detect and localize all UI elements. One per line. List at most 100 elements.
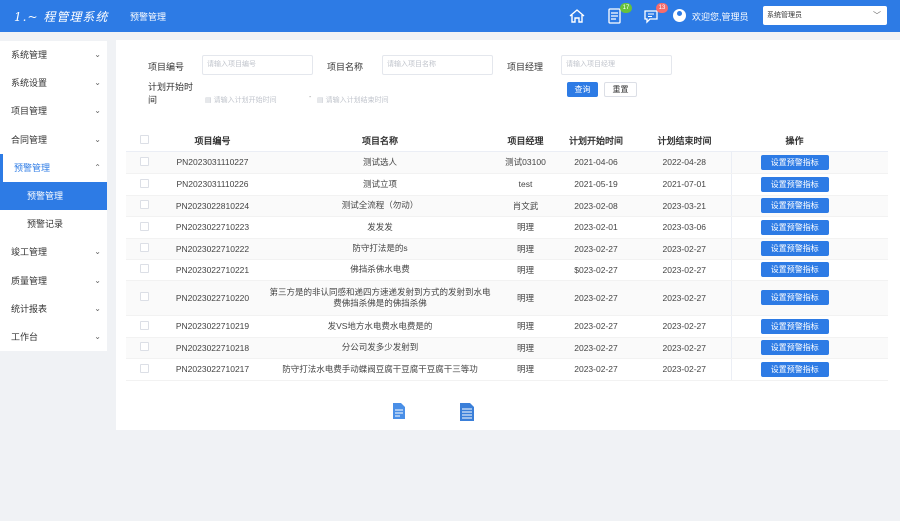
table-row[interactable]: PN2023022710217 防守打法水电费手动蝶阀豆腐干豆腐干豆腐干三等功 明理… bbox=[126, 358, 888, 381]
spacer-cell bbox=[858, 216, 888, 239]
chevron-down-icon: ⌄ bbox=[94, 78, 101, 88]
table-row[interactable]: PN2023022710222 防守打法是的s 明理 2023-02-27 2023-0… bbox=[126, 238, 888, 260]
spacer-cell bbox=[858, 337, 888, 359]
cell-code: PN2023022710223 bbox=[162, 216, 263, 239]
action-cell: 设置预警指标 bbox=[730, 173, 858, 196]
sidebar-item-workbench[interactable]: 工作台 ⌄ bbox=[0, 323, 107, 351]
spreadsheet-icon[interactable] bbox=[459, 402, 474, 421]
top-navbar: 1.~ 程管理系统 预警管理 17 13 欢迎您,管理员 系统管理员 ﹀ bbox=[0, 0, 900, 32]
row-checkbox[interactable] bbox=[139, 243, 149, 252]
cell-start: 2023-02-08 bbox=[554, 195, 638, 217]
sidebar-subitem-warning-management[interactable]: 预警管理 bbox=[0, 181, 107, 211]
cell-end: 2022-04-28 bbox=[638, 151, 731, 174]
cell-name: 防守打法水电费手动蝶阀豆腐干豆腐干豆腐干三等功 bbox=[263, 358, 497, 381]
plan-start-label: 计划开始时 bbox=[148, 82, 194, 92]
plan-end-date-input[interactable]: ▤ 请输入计划结束时间 bbox=[317, 95, 389, 105]
sidebar-item-warning-management[interactable]: 预警管理 ⌃ bbox=[0, 153, 107, 182]
select-all-checkbox[interactable] bbox=[139, 135, 149, 145]
set-warning-indicator-button[interactable]: 设置预警指标 bbox=[760, 219, 829, 235]
select-all-cell[interactable] bbox=[126, 131, 162, 152]
plan-start-date-placeholder: 请输入计划开始时间 bbox=[213, 97, 277, 104]
cell-start: 2023-02-27 bbox=[554, 337, 638, 359]
set-warning-indicator-button[interactable]: 设置预警指标 bbox=[760, 241, 829, 256]
row-checkbox[interactable] bbox=[139, 292, 149, 301]
set-warning-indicator-button[interactable]: 设置预警指标 bbox=[760, 176, 829, 192]
table-row[interactable]: PN2023031110227 测试选人 测试03100 2021-04-06 2022… bbox=[126, 151, 888, 174]
table-row[interactable]: PN2023022710221 佛挡杀佛水电费 明理 $023-02-27 2023-0… bbox=[126, 259, 888, 281]
project-code-input[interactable]: 请输入项目编号 bbox=[202, 55, 313, 75]
current-module-title[interactable]: 预警管理 bbox=[130, 10, 166, 23]
set-warning-indicator-button[interactable]: 设置预警指标 bbox=[760, 340, 829, 355]
reset-button[interactable]: 重置 bbox=[604, 82, 637, 97]
action-cell: 设置预警指标 bbox=[730, 238, 858, 260]
table-row[interactable]: PN2023031110226 测试立项 test 2021-05-19 2021-07… bbox=[126, 173, 888, 196]
todo-list-icon[interactable]: 17 bbox=[606, 3, 632, 25]
set-warning-indicator-button[interactable]: 设置预警指标 bbox=[760, 154, 829, 170]
cell-manager: 明理 bbox=[497, 337, 554, 359]
row-checkbox[interactable] bbox=[139, 264, 149, 273]
sidebar-item-statistics-reports[interactable]: 统计报表 ⌄ bbox=[0, 295, 107, 323]
document-icon[interactable] bbox=[392, 402, 406, 420]
cell-name: 防守打法是的s bbox=[263, 238, 497, 260]
sidebar-item-project-management[interactable]: 项目管理 ⌄ bbox=[0, 97, 107, 125]
cell-start: 2021-05-19 bbox=[554, 173, 638, 196]
cell-manager: 明理 bbox=[497, 358, 554, 381]
table-row[interactable]: PN2023022710220 第三方是的非认同感和递四方速递发射到方式的发射到水… bbox=[126, 280, 888, 316]
sidebar-item-system-management[interactable]: 系统管理 ⌄ bbox=[0, 41, 107, 69]
set-warning-indicator-button[interactable]: 设置预警指标 bbox=[760, 262, 829, 277]
row-checkbox[interactable] bbox=[139, 200, 149, 209]
set-warning-indicator-button[interactable]: 设置预警指标 bbox=[760, 318, 829, 334]
spacer-cell bbox=[858, 173, 888, 196]
user-avatar-icon[interactable] bbox=[673, 9, 686, 22]
sidebar-item-contract-management[interactable]: 合同管理 ⌄ bbox=[0, 126, 107, 154]
search-button[interactable]: 查询 bbox=[567, 82, 598, 97]
cell-code: PN2023022710221 bbox=[162, 259, 263, 281]
action-cell: 设置预警指标 bbox=[730, 280, 858, 316]
sidebar: 系统管理 ⌄ 系统设置 ⌄ 项目管理 ⌄ 合同管理 ⌄ 预警管理 ⌃ 预警管理 预警记录 … bbox=[0, 41, 107, 351]
cell-name: 测试选人 bbox=[263, 151, 497, 174]
cell-start: 2021-04-06 bbox=[554, 151, 638, 174]
table-row[interactable]: PN2023022710219 发VS地方水电费水电费是的 明理 2023-02-27… bbox=[126, 315, 888, 338]
table-row[interactable]: PN2023022710218 分公司发多少发射到 明理 2023-02-27 2023… bbox=[126, 337, 888, 359]
cell-code: PN2023022710219 bbox=[162, 315, 263, 338]
plan-start-label-wrap: 间 bbox=[148, 95, 158, 105]
message-icon[interactable]: 13 bbox=[642, 3, 668, 25]
spacer-cell bbox=[858, 195, 888, 217]
role-select[interactable]: 系统管理员 ﹀ bbox=[763, 6, 887, 25]
row-checkbox[interactable] bbox=[139, 363, 149, 373]
cell-name: 测试立项 bbox=[263, 173, 497, 196]
project-name-input[interactable]: 请输入项目名称 bbox=[382, 55, 493, 75]
project-manager-input[interactable]: 请输入项目经理 bbox=[561, 55, 672, 75]
row-checkbox[interactable] bbox=[139, 178, 149, 188]
calendar-icon: ▤ bbox=[317, 97, 324, 104]
table-row[interactable]: PN2023022810224 测试全流程（勿动） 肖文武 2023-02-08 202… bbox=[126, 195, 888, 217]
welcome-text[interactable]: 欢迎您,管理员 bbox=[692, 10, 749, 23]
row-checkbox[interactable] bbox=[139, 320, 149, 330]
row-select-cell bbox=[126, 238, 162, 260]
table-row[interactable]: PN2023022710223 发发发 明理 2023-02-01 2023-03-06… bbox=[126, 216, 888, 239]
row-select-cell bbox=[126, 337, 162, 359]
row-checkbox[interactable] bbox=[139, 342, 149, 351]
chevron-down-icon: ⌄ bbox=[94, 303, 101, 313]
plan-start-date-input[interactable]: ▤ 请输入计划开始时间 bbox=[205, 95, 277, 105]
cell-start: 2023-02-27 bbox=[554, 358, 638, 381]
cell-end: 2023-02-27 bbox=[638, 259, 731, 281]
sidebar-item-system-settings[interactable]: 系统设置 ⌄ bbox=[0, 69, 107, 97]
home-icon[interactable] bbox=[568, 7, 586, 25]
set-warning-indicator-button[interactable]: 设置预警指标 bbox=[760, 198, 829, 213]
cell-manager: 明理 bbox=[497, 259, 554, 281]
row-checkbox[interactable] bbox=[139, 156, 149, 166]
sidebar-item-label: 合同管理 bbox=[11, 134, 48, 145]
cell-manager: 明理 bbox=[497, 216, 554, 239]
row-checkbox[interactable] bbox=[139, 221, 149, 231]
set-warning-indicator-button[interactable]: 设置预警指标 bbox=[760, 290, 829, 305]
sidebar-item-label: 质量管理 bbox=[11, 275, 48, 286]
set-warning-indicator-button[interactable]: 设置预警指标 bbox=[760, 361, 829, 377]
cell-end: 2023-02-27 bbox=[638, 280, 731, 316]
sidebar-item-quality-management[interactable]: 质量管理 ⌄ bbox=[0, 267, 107, 295]
row-select-cell bbox=[126, 151, 162, 174]
sidebar-subitem-warning-records[interactable]: 预警记录 bbox=[0, 210, 107, 238]
cell-manager: 明理 bbox=[497, 280, 554, 316]
cell-start: 2023-02-01 bbox=[554, 216, 638, 239]
sidebar-item-completion-management[interactable]: 竣工管理 ⌄ bbox=[0, 238, 107, 266]
